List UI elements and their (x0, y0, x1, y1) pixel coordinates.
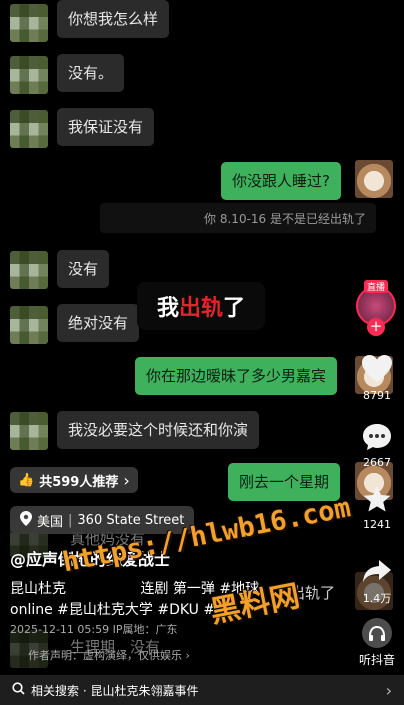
system-notice: 你 8.10-16 是不是已经出轨了 (100, 203, 376, 233)
chat-bubble-received: 你想我怎么样 (57, 0, 170, 38)
related-search-bar[interactable]: 相关搜索 · 昆山杜克朱翎嘉事件 › (0, 675, 404, 705)
post-meta: 2025-12-11 05:59 IP属地：广东 (10, 623, 178, 636)
search-icon (12, 682, 25, 698)
caption-highlight: 出轨 (178, 296, 223, 321)
avatar (10, 412, 48, 450)
avatar (10, 110, 48, 148)
avatar (10, 4, 48, 42)
favorite-count: 1241 (363, 518, 391, 531)
recommend-pill[interactable]: 👍 共599人推荐 › (10, 467, 138, 493)
avatar (10, 56, 48, 94)
chat-bubble-sent: 刚去一个星期 (228, 463, 341, 501)
like-count: 8791 (363, 389, 391, 402)
chat-bubble-received: 没有 (57, 250, 110, 288)
share-button[interactable]: 1.4万 (358, 554, 396, 606)
location-address: 360 State Street (77, 512, 185, 528)
video-caption: 我出轨了 (137, 282, 265, 330)
comment-button[interactable]: 2667 (358, 420, 396, 469)
chat-bubble-received: 没有。 (57, 54, 125, 92)
chat-bubble-received: 我没必要这个时候还和你演 (57, 411, 260, 449)
description-line-2: online #昆山杜克大学 #DKU #恥 (10, 602, 230, 618)
avatar (10, 306, 48, 344)
caption-post: 了 (223, 296, 246, 321)
avatar (10, 251, 48, 289)
author-disclaimer[interactable]: 作者声明：虚构演绎，仅供娱乐 › (28, 647, 190, 663)
location-country: 美国 (37, 514, 64, 530)
comment-count: 2667 (363, 456, 391, 469)
chevron-right-icon: › (123, 470, 130, 490)
thumbs-up-icon: 👍 (18, 472, 35, 488)
listen-button[interactable]: 听抖音 (355, 618, 399, 668)
favorite-button[interactable]: 1241 (358, 482, 396, 531)
notice-text: 你 8.10-16 是不是已经出轨了 (204, 211, 366, 226)
location-divider: | (68, 512, 73, 528)
comment-icon (360, 420, 394, 454)
share-count: 1.4万 (362, 592, 392, 605)
headphones-icon (362, 618, 392, 648)
chevron-right-icon: › (385, 680, 392, 700)
follow-button[interactable]: + (367, 318, 385, 336)
star-icon (360, 482, 394, 516)
chat-bubble-sent: 你在那边暧昧了多少男嘉宾 (135, 357, 338, 395)
chat-bubble-received: 绝对没有 (57, 304, 140, 342)
listen-label: 听抖音 (358, 653, 395, 667)
caption-pre: 我 (156, 296, 179, 321)
location-pin-icon (20, 510, 32, 530)
chat-bubble-sent: 你没跟人睡过? (221, 162, 341, 200)
like-button[interactable]: 8791 (358, 352, 396, 402)
heart-icon (360, 352, 394, 386)
recommend-label: 共599人推荐 (39, 474, 119, 490)
related-search-label: 相关搜索 · 昆山杜克朱翎嘉事件 (31, 683, 199, 698)
share-icon (360, 554, 394, 588)
live-badge: 直播 (364, 280, 389, 293)
avatar (355, 160, 393, 198)
chat-bubble-received: 我保证没有 (57, 108, 155, 146)
